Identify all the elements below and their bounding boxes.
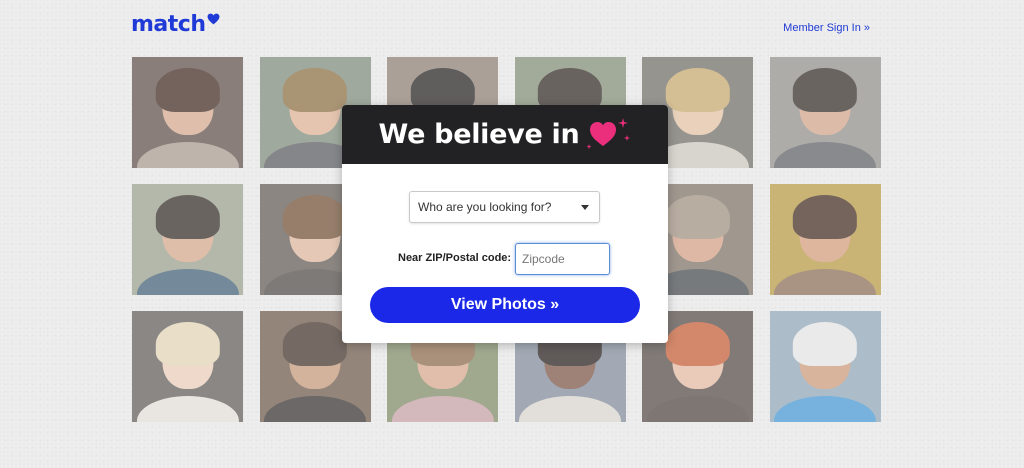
profile-photo[interactable]: [132, 57, 243, 168]
chevron-down-icon: [581, 204, 589, 210]
zip-label: Near ZIP/Postal code:: [398, 252, 512, 264]
profile-photo[interactable]: [769, 311, 881, 422]
heart-icon: [587, 117, 631, 149]
profile-photo[interactable]: [132, 184, 243, 295]
photo-search-modal: We believe in Who are you looking for? N…: [342, 105, 668, 343]
view-photos-button[interactable]: View Photos »: [370, 287, 640, 323]
profile-photo[interactable]: [132, 311, 243, 422]
seeking-select[interactable]: Who are you looking for?: [409, 191, 600, 223]
logo-text: match: [131, 12, 206, 37]
match-logo[interactable]: match: [131, 12, 220, 37]
profile-photo[interactable]: [769, 57, 881, 168]
profile-photo[interactable]: [769, 184, 881, 295]
modal-title: We believe in: [378, 119, 580, 150]
seeking-select-value: Who are you looking for?: [418, 200, 552, 214]
modal-header: We believe in: [342, 105, 668, 164]
logo-heart-icon: [207, 13, 219, 25]
member-sign-in-link[interactable]: Member Sign In »: [783, 22, 870, 34]
zipcode-input[interactable]: [515, 243, 610, 275]
